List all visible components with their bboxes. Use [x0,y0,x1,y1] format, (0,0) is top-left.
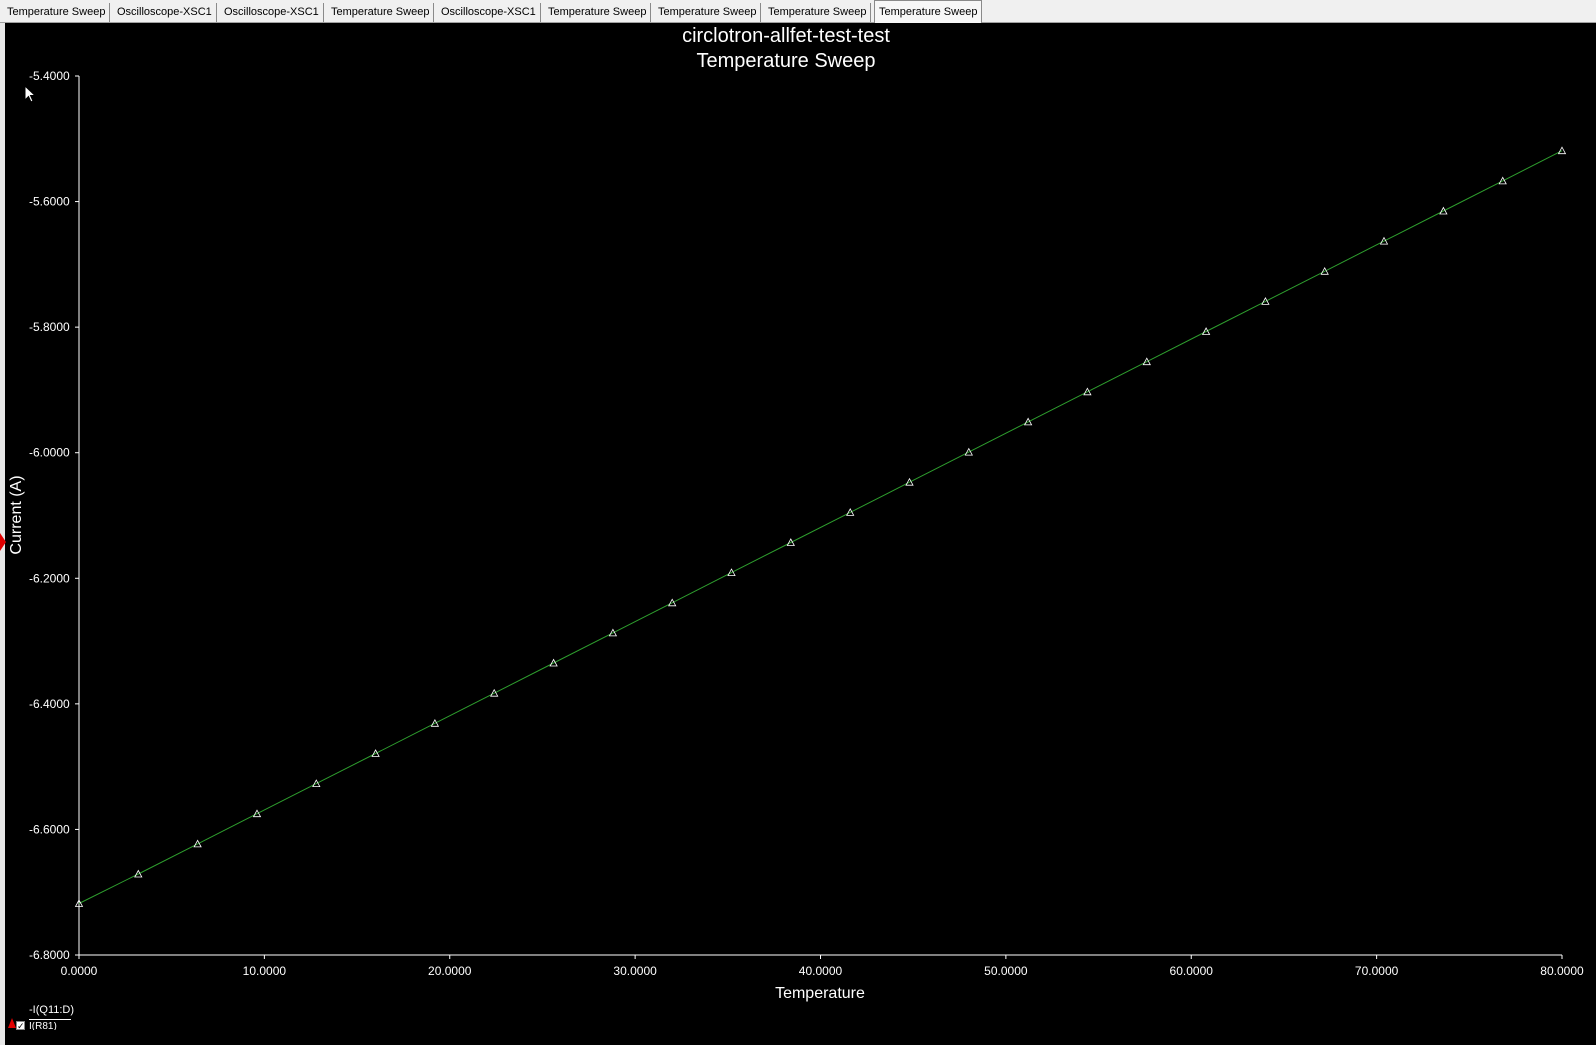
y-tick-label: -6.0000 [29,446,70,460]
x-tick-label: 40.0000 [799,964,843,978]
x-tick-label: 70.0000 [1355,964,1399,978]
x-axis-label: Temperature [775,985,865,1002]
y-tick-label: -5.4000 [29,69,70,83]
x-tick-label: 50.0000 [984,964,1028,978]
y-tick-label: -6.4000 [29,697,70,711]
legend-underline [29,1019,71,1020]
x-tick-label: 10.0000 [243,964,287,978]
temperature-sweep-chart: -5.4000 -5.6000 -5.8000 -6.0000 -6.2000 -6.40… [8,25,1584,1002]
x-tick-label: 80.0000 [1540,964,1584,978]
x-tick-label: 20.0000 [428,964,472,978]
axes [75,75,1563,959]
y-tick-label: -6.2000 [29,571,70,585]
legend-checkbox[interactable]: ✓ [16,1021,25,1031]
y-tick-label: -5.6000 [29,195,70,209]
chart-title: circlotron-allfet-test-test [682,25,890,47]
trace-cursor-marker-icon[interactable] [0,533,6,551]
y-axis-label: Current (A) [8,475,25,554]
x-tick-label: 0.0000 [61,964,98,978]
legend-trace-label[interactable]: -I(Q11:D) [29,1004,74,1016]
y-tick-label: -6.6000 [29,822,70,836]
data-point [1557,146,1567,155]
x-tick-label: 60.0000 [1170,964,1214,978]
y-tick-label: -6.8000 [29,948,70,962]
trace-layer [74,146,1567,907]
series-line-0 [78,150,1563,904]
mouse-pointer-icon [24,85,36,103]
x-tick-label: 30.0000 [613,964,657,978]
y-tick-label: -5.8000 [29,320,70,334]
legend-marker-icon [8,1018,16,1028]
label-layer: -5.4000 -5.6000 -5.8000 -6.0000 -6.2000 -6.40… [8,25,1584,1002]
legend-second-trace-label[interactable]: I(R81) [29,1022,57,1030]
chart-subtitle: Temperature Sweep [697,50,876,72]
